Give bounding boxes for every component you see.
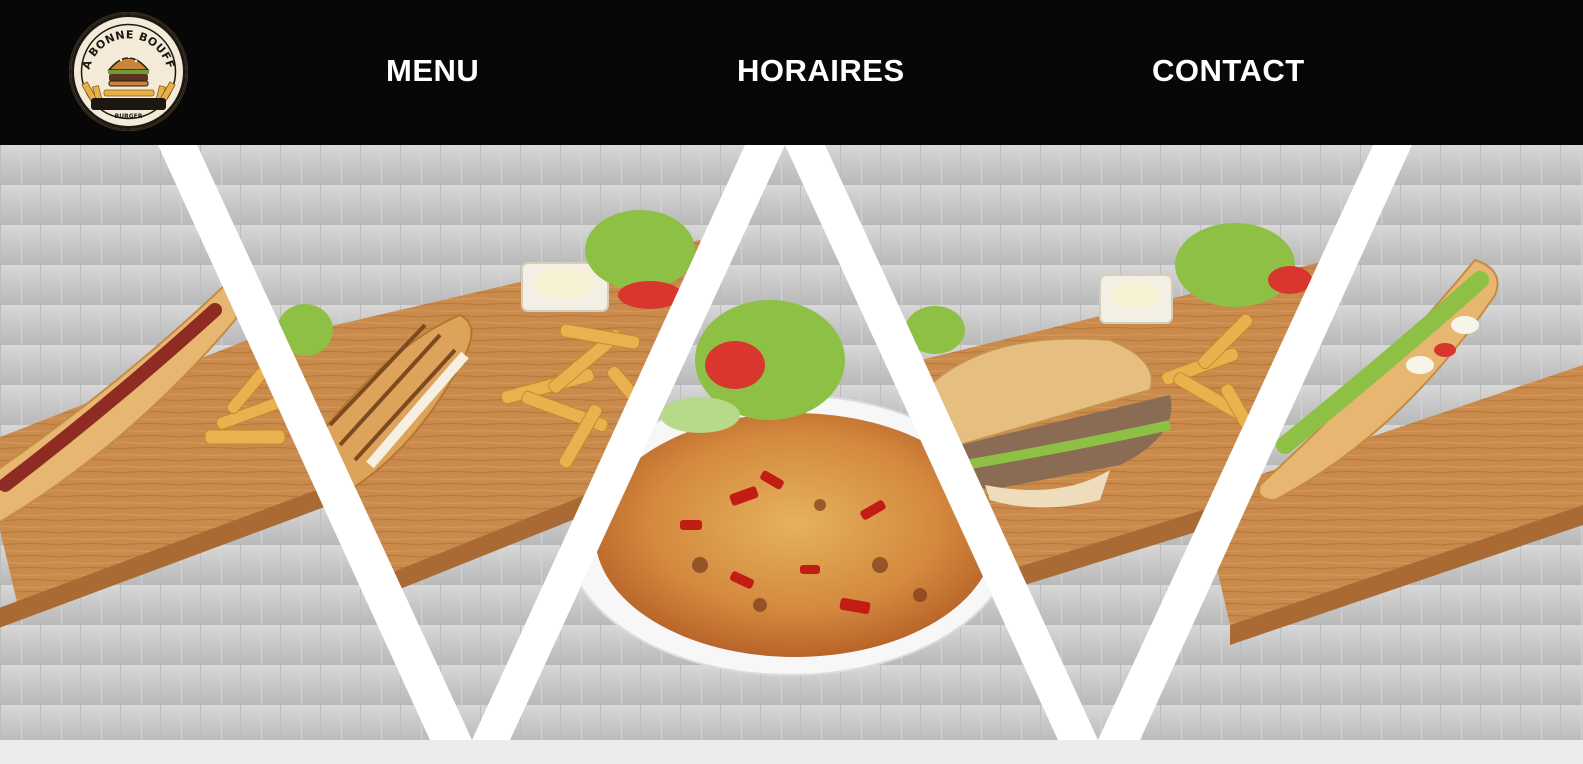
nav-contact-link[interactable]: CONTACT: [1152, 48, 1305, 94]
page-bottom-strip: [0, 740, 1583, 764]
site-header: LA BONNE BOUFFE BURGER MENU HORAIRES: [0, 0, 1583, 145]
burger-logo-icon: LA BONNE BOUFFE BURGER: [69, 12, 186, 129]
hero-food-gallery: baguette-sandwich-with-fries panini-with…: [0, 145, 1583, 740]
food-triangles-collage: [0, 145, 1583, 740]
logo-bottom-text: BURGER: [115, 113, 143, 120]
nav-menu-link[interactable]: MENU: [386, 48, 479, 94]
nav-horaires-link[interactable]: HORAIRES: [737, 48, 905, 94]
restaurant-logo[interactable]: LA BONNE BOUFFE BURGER: [69, 12, 188, 131]
